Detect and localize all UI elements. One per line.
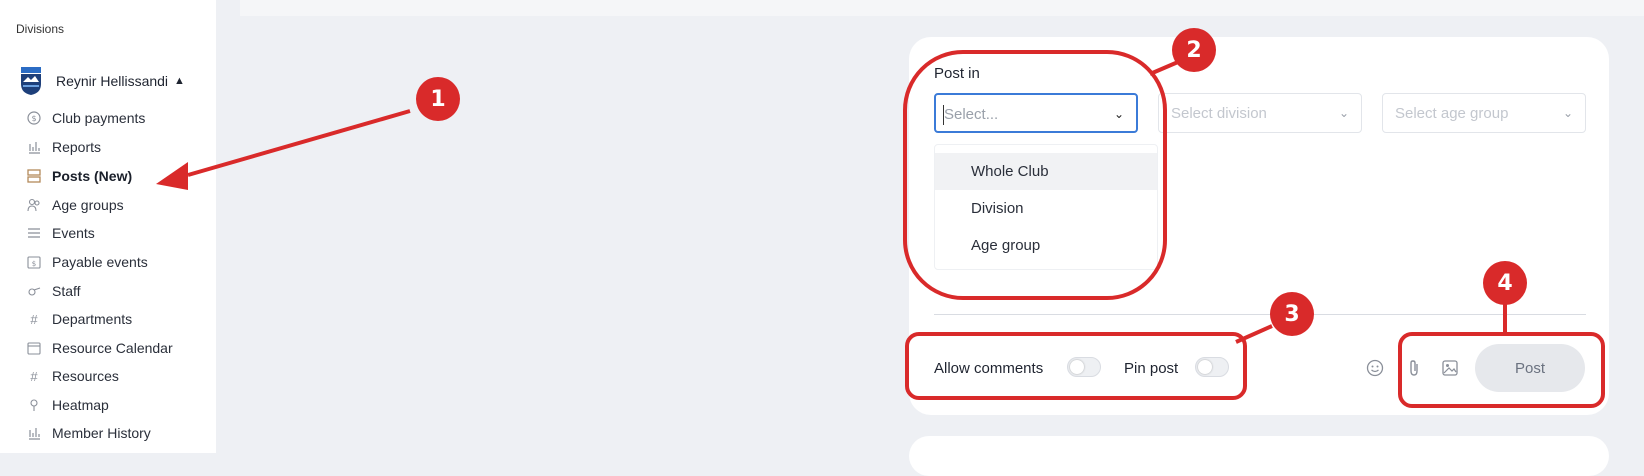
annotation-badge-4: 4 xyxy=(1483,261,1527,305)
annotation-badge-2: 2 xyxy=(1172,28,1216,72)
highlight-post-tools xyxy=(1398,332,1605,408)
annotation-badge-1: 1 xyxy=(416,77,460,121)
annotation-badge-3: 3 xyxy=(1270,292,1314,336)
highlight-toggles xyxy=(905,332,1247,400)
highlight-post-in xyxy=(903,50,1167,300)
